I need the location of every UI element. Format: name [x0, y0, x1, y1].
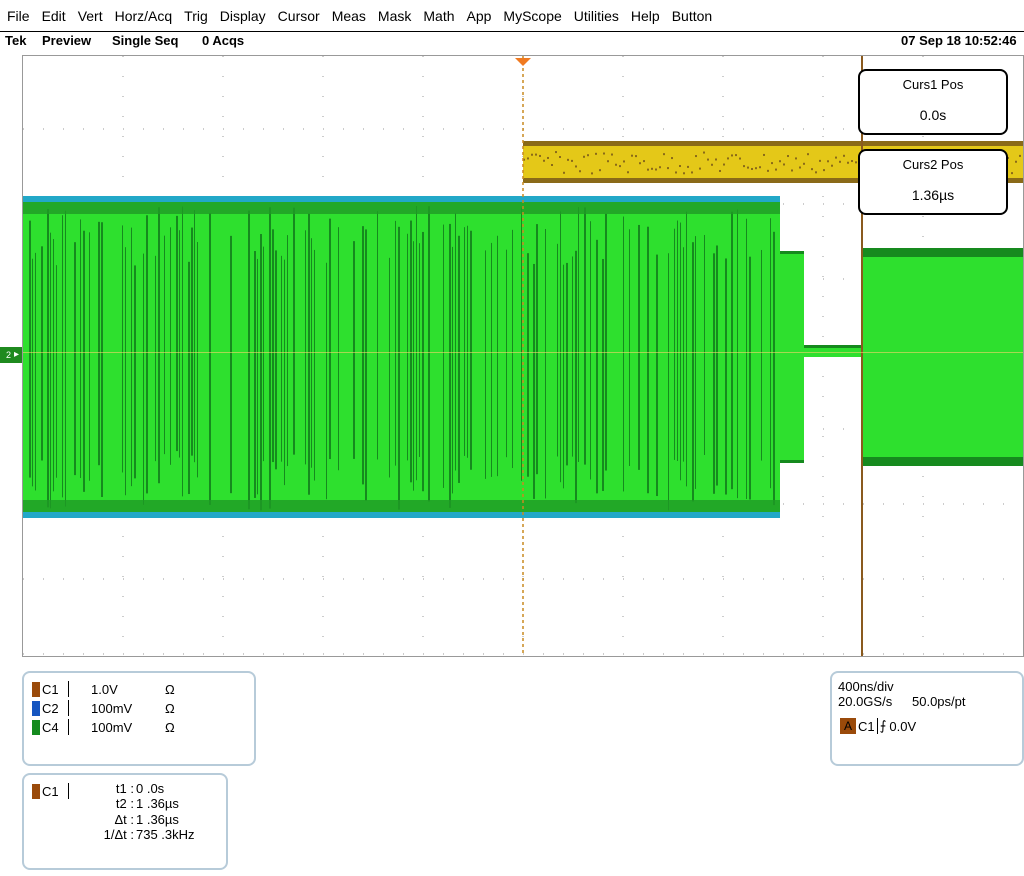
- horizontal-scale: 400ns/div: [838, 679, 894, 694]
- cursor-1-readout[interactable]: Curs1 Pos 0.0s: [858, 69, 1008, 135]
- t2-label: t2 :: [115, 796, 134, 811]
- ch4-tail-edge-top: [780, 251, 804, 254]
- trigger-readout[interactable]: A C1 ⨍ 0.0V: [840, 718, 916, 734]
- datetime-label: 07 Sep 18 10:52:46: [901, 33, 1017, 48]
- trigger-badge: A: [840, 718, 856, 734]
- status-bar: Tek Preview Single Seq 0 Acqs 07 Sep 18 …: [0, 31, 1024, 52]
- cursor-measurement-panel[interactable]: C1 t1 : 0 .0s t2 : 1 .36µs Δt : 1 .36µs …: [22, 773, 228, 870]
- ch4-idle-edge: [804, 345, 862, 348]
- t2-value: 1 .36µs: [136, 796, 179, 811]
- record-resolution: 50.0ps/pt: [912, 694, 966, 709]
- measurement-source: C1: [32, 783, 91, 799]
- channel-color-swatch: [32, 700, 40, 716]
- menu-item-trig[interactable]: Trig: [177, 8, 208, 24]
- trigger-position-marker: [515, 58, 531, 66]
- waveform-display[interactable]: [22, 55, 1024, 657]
- timebase-panel[interactable]: 400ns/div 20.0GS/s 50.0ps/pt A C1 ⨍ 0.0V: [830, 671, 1024, 766]
- menu-item-math[interactable]: Math: [416, 8, 454, 24]
- mode-label: Preview: [42, 33, 92, 48]
- brand-label: Tek: [5, 33, 27, 48]
- menu-item-utilities[interactable]: Utilities: [567, 8, 619, 24]
- menu-item-meas[interactable]: Meas: [325, 8, 366, 24]
- channel-row-c2[interactable]: C2 100mV Ω: [32, 700, 175, 716]
- ch4-tail: [780, 251, 804, 463]
- menu-item-file[interactable]: File: [0, 8, 30, 24]
- menu-item-vert[interactable]: Vert: [71, 8, 103, 24]
- delta-t-value: 1 .36µs: [136, 812, 179, 827]
- menu-item-horz-acq[interactable]: Horz/Acq: [108, 8, 173, 24]
- ch4-second-burst-top: [862, 248, 1023, 257]
- sample-rate: 20.0GS/s: [838, 694, 893, 709]
- trigger-level: 0.0V: [889, 718, 917, 734]
- t1-value: 0 .0s: [136, 781, 165, 796]
- rising-edge-icon: ⨍: [879, 718, 887, 733]
- menu-item-button[interactable]: Button: [665, 8, 712, 24]
- ch4-second-burst-bottom: [862, 457, 1023, 466]
- menu-item-app[interactable]: App: [460, 8, 492, 24]
- channel-settings-panel[interactable]: C1 1.0V Ω C2 100mV Ω C4 100mV Ω: [22, 671, 256, 766]
- trigger-source: C1: [858, 718, 875, 734]
- sequence-label[interactable]: Single Seq: [112, 33, 178, 48]
- menu-item-cursor[interactable]: Cursor: [271, 8, 320, 24]
- delta-t-label: Δt :: [114, 812, 134, 827]
- source-color-swatch: [32, 783, 40, 799]
- menu-item-edit[interactable]: Edit: [35, 8, 66, 24]
- channel-row-c1[interactable]: C1 1.0V Ω: [32, 681, 175, 697]
- channel-color-swatch: [32, 719, 40, 735]
- inverse-delta-t-value: 735 .3kHz: [136, 827, 195, 842]
- menu-item-mask[interactable]: Mask: [371, 8, 411, 24]
- channel-2-ground-marker[interactable]: 2 ▸: [0, 347, 22, 363]
- ch4-second-burst: [862, 248, 1023, 466]
- ch4-tail-edge-bottom: [780, 460, 804, 463]
- waveform-graticule: [23, 56, 1023, 656]
- ch4-burst: [23, 202, 780, 512]
- cursor-1-title: Curs1 Pos: [902, 77, 964, 92]
- menu-item-display[interactable]: Display: [213, 8, 266, 24]
- cursor-2-readout[interactable]: Curs2 Pos 1.36µs: [858, 149, 1008, 215]
- channel-color-swatch: [32, 681, 40, 697]
- center-line: [23, 352, 1023, 353]
- menu-bar: File Edit Vert Horz/Acq Trig Display Cursor Mea…: [0, 0, 1024, 31]
- menu-item-myscope[interactable]: MyScope: [496, 8, 561, 24]
- cursor-1-value: 0.0s: [919, 107, 947, 123]
- channel-row-c4[interactable]: C4 100mV Ω: [32, 719, 175, 735]
- t1-label: t1 :: [115, 781, 134, 796]
- acquisition-count: 0 Acqs: [202, 33, 245, 48]
- cursor-2-value: 1.36µs: [911, 187, 955, 203]
- inverse-delta-t-label: 1/Δt :: [103, 827, 134, 842]
- cursor-2-title: Curs2 Pos: [902, 157, 964, 172]
- menu-item-help[interactable]: Help: [624, 8, 660, 24]
